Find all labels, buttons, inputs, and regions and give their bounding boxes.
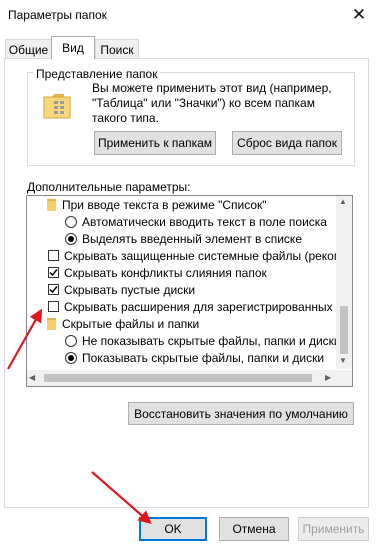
restore-defaults-button[interactable]: Восстановить значения по умолчанию	[128, 402, 354, 425]
apply-to-folders-button[interactable]: Применить к папкам	[94, 131, 216, 155]
advanced-settings-tree[interactable]: При вводе текста в режиме "Список" Автом…	[26, 195, 353, 387]
radio-label: Показывать скрытые файлы, папки и диски	[82, 350, 325, 365]
tree-item-label: Скрытые файлы и папки	[62, 316, 200, 331]
radio-label: Не показывать скрытые файлы, папки и дис…	[82, 333, 341, 348]
radio-checked-icon[interactable]	[65, 232, 77, 245]
folder-icon	[47, 198, 56, 211]
checkbox-hide-extensions[interactable]: Скрывать расширения для зарегистрированн…	[48, 298, 353, 315]
folder-view-group-title: Представление папок	[33, 67, 161, 81]
checkbox-unchecked-icon[interactable]	[48, 250, 59, 261]
checkbox-label: Скрывать расширения для зарегистрированн…	[64, 299, 353, 314]
checkbox-hide-empty-drives[interactable]: Скрывать пустые диски	[48, 281, 195, 298]
apply-button[interactable]: Применить	[298, 517, 369, 541]
checkbox-hide-merge-conflicts[interactable]: Скрывать конфликты слияния папок	[48, 264, 267, 281]
tab-label: Поиск	[100, 42, 134, 57]
radio-auto-search[interactable]: Автоматически вводить текст в поле поиск…	[65, 213, 327, 230]
reset-folders-button[interactable]: Сброс вида папок	[232, 131, 342, 155]
cancel-button[interactable]: Отмена	[219, 517, 289, 541]
horizontal-scrollbar[interactable]: ◀ ▶	[27, 370, 336, 386]
vertical-scrollbar[interactable]: ▲ ▼	[336, 196, 352, 369]
checkbox-unchecked-icon[interactable]	[48, 301, 59, 312]
tree-item-label: При вводе текста в режиме "Список"	[62, 197, 267, 212]
folder-icon	[47, 317, 56, 330]
radio-unchecked-icon[interactable]	[65, 334, 77, 347]
scroll-down-icon[interactable]: ▼	[339, 356, 347, 365]
window-title: Параметры папок	[8, 8, 107, 22]
tab-label: Общие	[8, 42, 49, 57]
vertical-scroll-thumb[interactable]	[340, 306, 348, 354]
checkbox-checked-icon[interactable]	[48, 267, 59, 278]
scrollbar-corner	[336, 370, 352, 386]
tree-item-hidden-files: Скрытые файлы и папки	[47, 315, 199, 332]
scroll-left-icon[interactable]: ◀	[29, 373, 35, 382]
tab-search[interactable]: Поиск	[95, 39, 139, 59]
checkbox-label: Скрывать конфликты слияния папок	[64, 265, 267, 280]
checkbox-hide-protected[interactable]: Скрывать защищенные системные файлы (рек…	[48, 247, 353, 264]
checkbox-label: Скрывать пустые диски	[64, 282, 196, 297]
close-button[interactable]: ✕	[344, 2, 374, 28]
radio-dont-show-hidden[interactable]: Не показывать скрытые файлы, папки и дис…	[65, 332, 341, 349]
checkbox-checked-icon[interactable]	[48, 284, 59, 295]
radio-label: Выделять введенный элемент в списке	[82, 231, 302, 246]
checkbox-label: Скрывать защищенные системные файлы (рек…	[64, 248, 353, 263]
tab-view[interactable]: Вид	[51, 36, 95, 59]
radio-show-hidden[interactable]: Показывать скрытые файлы, папки и диски	[65, 349, 324, 366]
radio-unchecked-icon[interactable]	[65, 215, 77, 228]
radio-checked-icon[interactable]	[65, 351, 77, 364]
scroll-right-icon[interactable]: ▶	[325, 373, 331, 382]
folder-view-description: Вы можете применить этот вид (например, …	[92, 81, 332, 125]
folder-view-icon	[42, 90, 72, 123]
advanced-settings-label: Дополнительные параметры:	[27, 180, 191, 194]
ok-button[interactable]: OK	[139, 517, 207, 541]
tab-general[interactable]: Общие	[5, 39, 52, 59]
radio-select-typed[interactable]: Выделять введенный элемент в списке	[65, 230, 302, 247]
horizontal-scroll-thumb[interactable]	[44, 374, 312, 382]
scroll-up-icon[interactable]: ▲	[339, 197, 347, 206]
radio-label: Автоматически вводить текст в поле поиск…	[82, 214, 327, 229]
tree-item-list-typing: При вводе текста в режиме "Список"	[47, 196, 267, 213]
close-icon: ✕	[351, 5, 367, 24]
tab-label: Вид	[62, 41, 84, 55]
